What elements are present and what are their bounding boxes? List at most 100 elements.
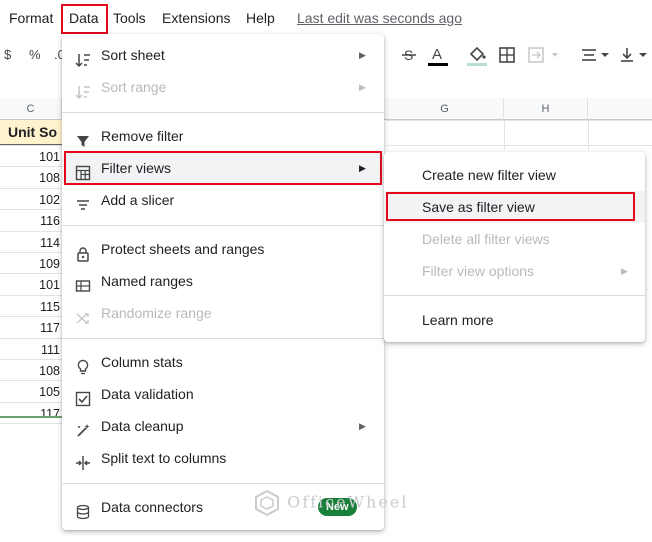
menu-item-column-stats[interactable]: Column stats: [62, 346, 384, 378]
borders-icon[interactable]: [499, 47, 515, 68]
menu-item-data-cleanup[interactable]: Data cleanup ▶: [62, 410, 384, 442]
grid-hline: [0, 294, 62, 296]
menu-item-label: Remove filter: [101, 128, 184, 144]
menu-item-protect-sheets[interactable]: Protect sheets and ranges: [62, 233, 384, 265]
text-color-icon[interactable]: A: [427, 43, 449, 74]
merge-cells-icon[interactable]: [528, 47, 562, 68]
filter-views-highlight: [64, 151, 382, 185]
validation-icon: [75, 386, 91, 407]
grid-hline: [0, 316, 62, 318]
value-cell[interactable]: 102: [0, 191, 62, 209]
grid-hline: [0, 401, 62, 403]
value-cell[interactable]: 117: [0, 405, 62, 423]
menu-item-label: Create new filter view: [422, 167, 556, 183]
menu-item-label: Filter view options: [422, 263, 535, 279]
menu-item-split-text[interactable]: Split text to columns: [62, 442, 384, 474]
database-icon: [75, 499, 91, 520]
currency-format-button[interactable]: $: [4, 47, 11, 62]
value-cell[interactable]: 108: [0, 362, 62, 380]
data-menu: Sort sheet ▶ Sort range ▶ Remove filter …: [62, 34, 384, 530]
menu-extensions[interactable]: Extensions: [162, 10, 230, 26]
lock-icon: [75, 241, 91, 262]
menu-item-label: Data connectors: [101, 499, 203, 515]
menu-item-sort-sheet[interactable]: Sort sheet ▶: [62, 39, 384, 71]
menu-item-data-validation[interactable]: Data validation: [62, 378, 384, 410]
menu-item-named-ranges[interactable]: Named ranges: [62, 265, 384, 297]
menu-separator: [62, 112, 384, 113]
lightbulb-icon: [75, 354, 91, 375]
fill-color-icon[interactable]: [466, 43, 488, 74]
officewheel-watermark: OfficeWheel: [254, 489, 409, 517]
menu-separator: [62, 225, 384, 226]
unit-sold-header[interactable]: Unit So: [8, 124, 57, 140]
submenu-arrow-icon: ▶: [359, 82, 366, 92]
grid-hline: [0, 209, 62, 211]
grid-hline: [0, 380, 62, 382]
submenu-item-filter-view-options[interactable]: Filter view options ▶: [384, 255, 645, 287]
menu-separator: [62, 483, 384, 484]
menu-item-label: Sort range: [101, 79, 167, 95]
submenu-item-learn-more[interactable]: Learn more: [384, 304, 645, 336]
table-bottom-border: [0, 416, 62, 418]
menu-item-label: Randomize range: [101, 305, 212, 321]
sort-icon: [75, 79, 91, 100]
watermark-logo-icon: [255, 489, 279, 517]
save-as-filter-view-highlight: [386, 192, 635, 221]
grid-hline: [0, 359, 62, 360]
menu-item-randomize-range[interactable]: Randomize range: [62, 297, 384, 329]
last-edit-link[interactable]: Last edit was seconds ago: [297, 10, 462, 26]
value-cell[interactable]: 116: [0, 212, 62, 230]
menu-item-label: Column stats: [101, 354, 183, 370]
data-menu-highlight: [61, 4, 108, 34]
filter-icon: [75, 128, 91, 147]
menu-item-label: Named ranges: [101, 273, 193, 289]
menu-item-label: Delete all filter views: [422, 231, 550, 247]
menu-item-sort-range[interactable]: Sort range ▶: [62, 71, 384, 103]
strikethrough-icon[interactable]: S: [400, 45, 418, 70]
filter-views-submenu: Create new filter view Save as filter vi…: [384, 152, 645, 342]
percent-format-button[interactable]: %: [29, 47, 41, 62]
menu-item-label: Sort sheet: [101, 47, 165, 63]
value-cell[interactable]: 108: [0, 169, 62, 187]
submenu-arrow-icon: ▶: [621, 266, 628, 276]
split-icon: [75, 450, 91, 470]
grid-hline: [0, 187, 62, 189]
grid-hline: [386, 120, 652, 121]
column-header-c[interactable]: C: [0, 98, 62, 120]
value-cell[interactable]: 109: [0, 255, 62, 273]
header-cell-row: Unit So: [0, 120, 62, 145]
menu-separator: [384, 295, 645, 296]
submenu-item-create-filter-view[interactable]: Create new filter view: [384, 159, 645, 191]
menu-format[interactable]: Format: [9, 10, 53, 26]
sort-icon: [75, 47, 91, 68]
menu-tools[interactable]: Tools: [113, 10, 146, 26]
menu-item-label: Learn more: [422, 312, 494, 328]
grid-hline: [0, 145, 62, 146]
menu-item-label: Data cleanup: [101, 418, 184, 434]
named-ranges-icon: [75, 273, 91, 292]
column-header-i[interactable]: [588, 98, 652, 120]
menu-help[interactable]: Help: [246, 10, 275, 26]
value-cell[interactable]: 117: [0, 319, 62, 337]
value-cell[interactable]: 105: [0, 383, 62, 401]
column-header-g[interactable]: G: [386, 98, 504, 120]
shuffle-icon: [75, 305, 91, 324]
menu-separator: [62, 338, 384, 339]
horizontal-align-icon[interactable]: [581, 47, 611, 68]
value-cell[interactable]: 114: [0, 234, 62, 252]
vertical-align-icon[interactable]: [620, 46, 650, 69]
submenu-arrow-icon: ▶: [359, 50, 366, 60]
svg-text:A: A: [432, 46, 442, 63]
menu-item-add-slicer[interactable]: Add a slicer: [62, 184, 384, 216]
value-cell[interactable]: 101: [0, 276, 62, 294]
menu-item-remove-filter[interactable]: Remove filter: [62, 120, 384, 152]
watermark-text: OfficeWheel: [287, 492, 409, 512]
menu-item-label: Protect sheets and ranges: [101, 241, 265, 257]
value-cell[interactable]: 115: [0, 298, 62, 316]
value-cell[interactable]: 111: [0, 341, 62, 359]
grid-hline: [0, 273, 62, 275]
grid-hline: [0, 423, 62, 425]
submenu-item-delete-all-filter-views[interactable]: Delete all filter views: [384, 223, 645, 255]
column-header-h[interactable]: H: [504, 98, 588, 120]
menu-item-label: Add a slicer: [101, 192, 175, 208]
